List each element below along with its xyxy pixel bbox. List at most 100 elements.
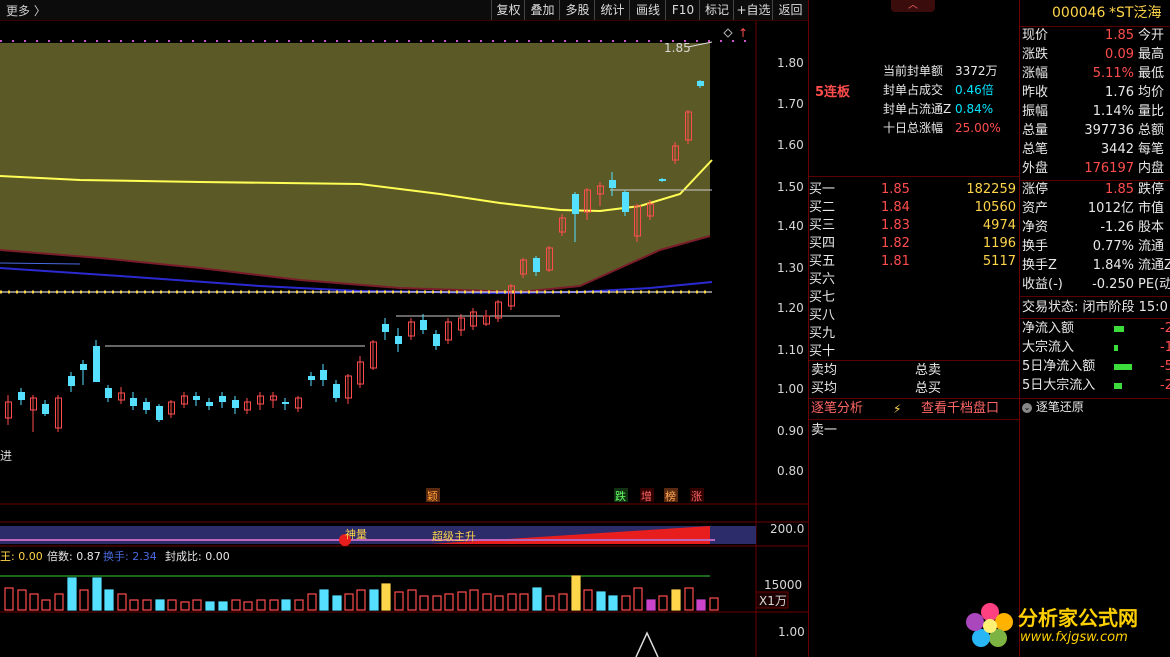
candle-body bbox=[93, 346, 100, 382]
quote-right-label: 总额 bbox=[1138, 123, 1165, 138]
volume-bar bbox=[444, 593, 454, 611]
volume-bar bbox=[54, 593, 64, 611]
candle-body bbox=[420, 320, 427, 330]
volume-bar bbox=[129, 599, 139, 611]
volume-bar bbox=[407, 589, 417, 611]
toolbar-button-back[interactable]: 返回 bbox=[772, 0, 808, 20]
quote-label: 昨收 bbox=[1022, 85, 1049, 100]
view-depth-button[interactable]: 查看千档盘口 bbox=[921, 400, 999, 418]
volume-bar bbox=[369, 589, 379, 611]
flow-value: -1 bbox=[1160, 340, 1170, 355]
trade-status: 交易状态: 闭市阶段 15:0 bbox=[1022, 300, 1168, 315]
volume-bar bbox=[180, 601, 190, 611]
bid-volume: 10560 bbox=[974, 200, 1016, 215]
candle-body bbox=[333, 384, 340, 398]
toolbar-button-fuquan[interactable]: 复权 bbox=[491, 0, 525, 20]
seal-stat-value: 0.46倍 bbox=[955, 83, 994, 97]
volume-bar bbox=[394, 591, 404, 611]
volume-bar bbox=[432, 595, 442, 611]
signal-zhang: 涨 bbox=[691, 490, 702, 503]
quote-right-label: 量比 bbox=[1138, 104, 1165, 119]
flow-label: 大宗流入 bbox=[1022, 340, 1075, 355]
toolbar-button-biaoji[interactable]: 标记 bbox=[699, 0, 734, 20]
kline-chart[interactable]: 1.85 ↑ 进 1.80 1.70 1.60 1.50 1.40 1.30 1.20 1.1… bbox=[0, 21, 808, 657]
candle-body bbox=[193, 396, 200, 400]
watermark: 分析家公式网 www.fxjgsw.com bbox=[964, 598, 1170, 654]
toolbar-button-duogu[interactable]: 多股 bbox=[559, 0, 595, 20]
bid-price[interactable]: 1.81 bbox=[881, 253, 910, 271]
toolbar-button-tongji[interactable]: 统计 bbox=[594, 0, 630, 20]
signal-ying: 颖 bbox=[427, 490, 438, 503]
candle-body bbox=[622, 192, 629, 212]
fund-label: 涨停 bbox=[1022, 182, 1049, 197]
blue-short-line bbox=[0, 262, 81, 265]
candle-body bbox=[143, 402, 150, 410]
signal-zeng: 增 bbox=[641, 489, 652, 503]
quote-right-label: 最高 bbox=[1138, 47, 1165, 62]
lightning-icon: ⚡ bbox=[893, 402, 902, 416]
bid-price[interactable]: 1.82 bbox=[881, 235, 910, 253]
candle-body bbox=[609, 180, 616, 188]
volume-bar bbox=[671, 589, 681, 611]
volume-bar bbox=[192, 599, 202, 611]
candle-body bbox=[659, 179, 666, 181]
quote-label: 涨跌 bbox=[1022, 47, 1049, 62]
volume-bar bbox=[218, 601, 228, 611]
left-partial-label: 进 bbox=[0, 449, 12, 463]
flow-label: 净流入额 bbox=[1022, 321, 1075, 336]
volume-bar bbox=[646, 599, 656, 611]
toolbar-button-f10[interactable]: F10 bbox=[665, 0, 700, 20]
price-tick-label: 1.20 bbox=[777, 301, 804, 315]
fund-value: 0.77% bbox=[1092, 239, 1134, 254]
volume-bar bbox=[344, 593, 354, 611]
bid-price[interactable]: 1.84 bbox=[881, 199, 910, 217]
flower-logo-icon bbox=[966, 603, 1013, 647]
volume-bars bbox=[4, 575, 719, 611]
volume-bar bbox=[231, 599, 241, 611]
volume-bar bbox=[104, 589, 114, 611]
quote-value: 1.76 bbox=[1105, 85, 1134, 100]
volume-bar bbox=[281, 599, 291, 611]
candle-body bbox=[382, 324, 389, 332]
quote-right-label: 内盘 bbox=[1138, 161, 1165, 176]
bid-level-label: 买十 bbox=[809, 344, 836, 359]
price-tick-label: 1.00 bbox=[777, 382, 804, 396]
volume-bar bbox=[583, 589, 593, 611]
toolbar-button-huaxian[interactable]: 画线 bbox=[629, 0, 666, 20]
sell-avg-label: 卖均 bbox=[811, 363, 838, 378]
volume-bar bbox=[356, 589, 366, 611]
candle-body bbox=[320, 370, 327, 380]
candle-body bbox=[533, 258, 540, 272]
bid-level-label: 买四 bbox=[809, 236, 836, 251]
quote-value: 176197 bbox=[1084, 161, 1134, 176]
quote-label: 涨幅 bbox=[1022, 66, 1049, 81]
bid-price[interactable]: 1.83 bbox=[881, 217, 910, 235]
bid-level-label: 买九 bbox=[809, 326, 836, 341]
toolbar-button-add-watchlist[interactable]: +自选 bbox=[733, 0, 773, 20]
tick-analysis-tab[interactable]: 逐笔分析 bbox=[811, 400, 863, 418]
watermark-url: www.fxjgsw.com bbox=[1020, 630, 1128, 645]
quote-value: 0.09 bbox=[1105, 47, 1134, 62]
indicator-label-chaojizhusheng: 超级主升 bbox=[432, 529, 476, 543]
tick-restore-tab[interactable]: ⌄ 逐笔还原 bbox=[1022, 398, 1084, 416]
quote-panel: 000046 *ST泛海 现价 1.85 今开 涨跌 0.09 最高 涨幅 5.11… bbox=[1019, 0, 1170, 657]
flow-bar bbox=[1114, 383, 1122, 389]
candle-body bbox=[105, 388, 112, 398]
seal-stat-label: 十日总涨幅 bbox=[883, 121, 944, 135]
more-menu[interactable]: 更多 〉 bbox=[6, 2, 46, 19]
formula-beishu: 倍数: 0.87 bbox=[47, 549, 101, 563]
quote-label: 总笔 bbox=[1022, 142, 1049, 157]
seal-stat-value: 0.84% bbox=[955, 102, 994, 116]
volume-unit-label: X1万 bbox=[759, 594, 787, 608]
volume-bar bbox=[633, 587, 643, 611]
volume-bar bbox=[67, 577, 77, 611]
quote-value: 5.11% bbox=[1092, 66, 1134, 81]
bid-price[interactable]: 1.85 bbox=[881, 181, 910, 199]
collapse-up-button[interactable]: ︿ bbox=[891, 0, 935, 12]
price-tick-label: 1.50 bbox=[777, 180, 804, 194]
formula-fengchengbi: 封成比: 0.00 bbox=[165, 549, 230, 563]
fund-right-label: 跌停 bbox=[1138, 182, 1165, 197]
toolbar-button-diejia[interactable]: 叠加 bbox=[524, 0, 560, 20]
quote-label: 外盘 bbox=[1022, 161, 1049, 176]
volume-bar bbox=[658, 595, 668, 611]
